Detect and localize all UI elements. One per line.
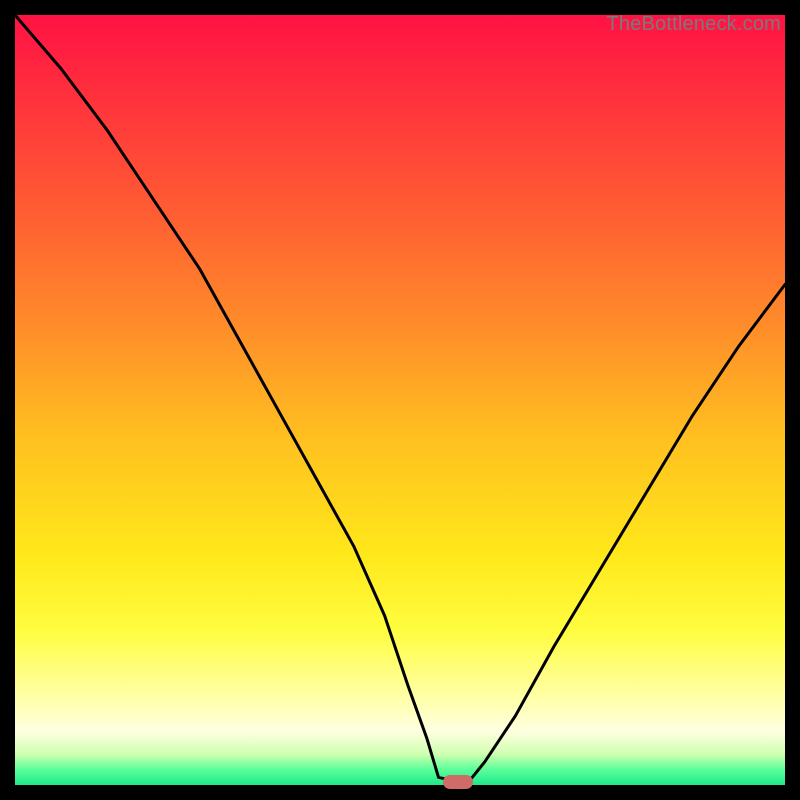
bottleneck-curve-path [15,15,785,781]
chart-frame: TheBottleneck.com [0,0,800,800]
chart-svg [15,15,785,785]
bottleneck-marker [443,775,473,789]
chart-plot-area: TheBottleneck.com [15,15,785,785]
